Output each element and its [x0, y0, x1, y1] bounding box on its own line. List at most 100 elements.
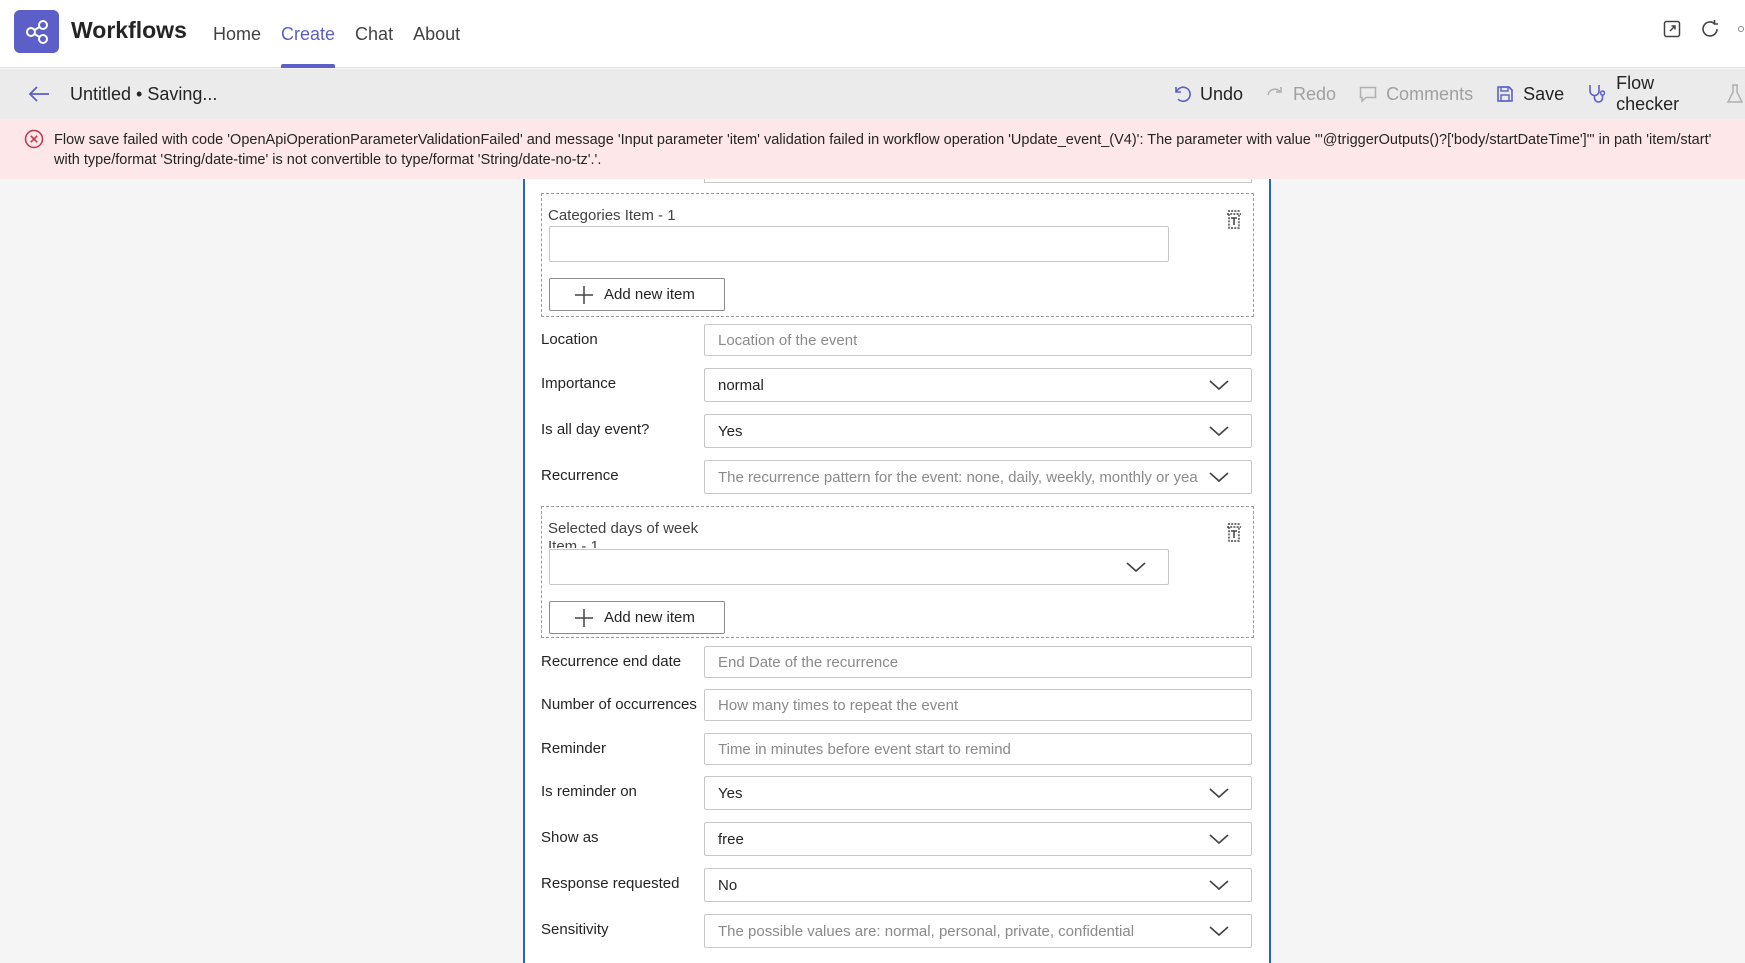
chevron-down-icon	[1209, 788, 1229, 799]
location-label: Location	[541, 331, 598, 348]
categories-item-label: Categories Item - 1	[548, 207, 676, 224]
comment-icon	[1359, 86, 1377, 103]
chevron-down-icon	[1209, 880, 1229, 891]
chevron-down-icon	[1209, 472, 1229, 483]
app-title: Workflows	[71, 17, 187, 43]
test-button[interactable]	[1725, 83, 1745, 105]
flow-checker-label: Flow checker	[1616, 73, 1680, 114]
save-label: Save	[1523, 83, 1565, 104]
recurrence-placeholder: The recurrence pattern for the event: no…	[718, 468, 1198, 486]
plus-icon	[575, 608, 593, 627]
flask-icon	[1726, 84, 1744, 103]
redo-label: Redo	[1293, 83, 1337, 104]
comments-button[interactable]: Comments	[1358, 84, 1473, 105]
comments-label: Comments	[1386, 83, 1474, 104]
show-as-row: Show as free	[541, 822, 1257, 856]
show-as-dropdown[interactable]: free	[704, 822, 1252, 856]
nav-about[interactable]: About	[403, 0, 470, 68]
location-placeholder: Location of the event	[718, 331, 858, 349]
nav-create[interactable]: Create	[271, 0, 345, 68]
pop-out-icon[interactable]	[1661, 18, 1683, 40]
recurrence-end-placeholder: End Date of the recurrence	[718, 653, 899, 671]
chevron-down-icon	[1209, 426, 1229, 437]
appbar-icons	[1661, 18, 1745, 40]
error-message: Flow save failed with code 'OpenApiOpera…	[54, 132, 1712, 168]
importance-value: normal	[718, 376, 764, 394]
categories-array: Categories Item - 1 Add new item	[541, 193, 1254, 317]
back-arrow-icon[interactable]	[26, 82, 52, 106]
selected-days-item-dropdown[interactable]	[549, 549, 1169, 585]
refresh-icon[interactable]	[1699, 18, 1721, 40]
selected-days-label-line1: Selected days of week	[548, 520, 699, 537]
error-banner: Flow save failed with code 'OpenApiOpera…	[0, 119, 1745, 179]
save-icon	[1497, 86, 1513, 102]
workflows-logo-icon[interactable]	[14, 10, 59, 53]
undo-button[interactable]: Undo	[1172, 84, 1243, 105]
reminder-on-label: Is reminder on	[541, 783, 637, 800]
undo-label: Undo	[1200, 83, 1244, 104]
action-card: Categories Item - 1 Add new item Locatio…	[523, 179, 1271, 963]
app-bar: Workflows Home Create Chat About	[0, 0, 1745, 68]
command-actions: Undo Redo Comments Save Flow checker	[1172, 69, 1745, 119]
designer-canvas: Categories Item - 1 Add new item Locatio…	[0, 179, 1745, 963]
response-requested-value: No	[718, 876, 738, 894]
importance-dropdown[interactable]: normal	[704, 368, 1252, 402]
categories-item-input[interactable]	[549, 226, 1169, 262]
stethoscope-icon	[1589, 85, 1606, 103]
delete-item-icon[interactable]	[1223, 522, 1245, 544]
location-row: Location Location of the event	[541, 324, 1257, 358]
categories-add-new-item-button[interactable]: Add new item	[549, 278, 725, 311]
importance-label: Importance	[541, 375, 617, 392]
show-as-value: free	[718, 830, 744, 848]
delete-item-icon[interactable]	[1223, 209, 1245, 231]
show-as-label: Show as	[541, 829, 599, 846]
recurrence-label: Recurrence	[541, 467, 619, 484]
recurrence-row: Recurrence The recurrence pattern for th…	[541, 460, 1257, 494]
recurrence-dropdown[interactable]: The recurrence pattern for the event: no…	[704, 460, 1252, 494]
sensitivity-placeholder: The possible values are: normal, persona…	[718, 922, 1135, 940]
selected-days-add-new-item-button[interactable]: Add new item	[549, 601, 725, 634]
recurrence-end-input[interactable]: End Date of the recurrence	[704, 646, 1252, 678]
error-circle-icon	[24, 129, 44, 149]
reminder-on-value: Yes	[718, 784, 743, 802]
occurrences-label: Number of occurrences	[541, 696, 697, 713]
location-input[interactable]: Location of the event	[704, 324, 1252, 356]
reminder-placeholder: Time in minutes before event start to re…	[718, 740, 1011, 758]
previous-field-stub	[704, 179, 1252, 183]
chevron-down-icon	[1209, 926, 1229, 937]
flow-title: Untitled • Saving...	[70, 84, 218, 104]
reminder-row: Reminder Time in minutes before event st…	[541, 733, 1257, 767]
reminder-label: Reminder	[541, 740, 607, 757]
add-new-item-label: Add new item	[604, 609, 695, 626]
redo-icon	[1267, 87, 1282, 96]
plus-icon	[575, 285, 593, 304]
is-all-day-label: Is all day event?	[541, 421, 650, 438]
add-new-item-label: Add new item	[604, 286, 695, 303]
recurrence-end-row: Recurrence end date End Date of the recu…	[541, 646, 1257, 680]
more-icon[interactable]	[1737, 18, 1745, 40]
selected-days-label: Selected days of week Item - 1	[548, 520, 698, 548]
chevron-down-icon	[1209, 834, 1229, 845]
occurrences-placeholder: How many times to repeat the event	[718, 696, 959, 714]
response-requested-dropdown[interactable]: No	[704, 868, 1252, 902]
chevron-down-icon	[1126, 562, 1146, 573]
sensitivity-label: Sensitivity	[541, 921, 609, 938]
is-all-day-dropdown[interactable]: Yes	[704, 414, 1252, 448]
sensitivity-row: Sensitivity The possible values are: nor…	[541, 914, 1257, 948]
response-requested-row: Response requested No	[541, 868, 1257, 902]
is-all-day-value: Yes	[718, 422, 743, 440]
sensitivity-dropdown[interactable]: The possible values are: normal, persona…	[704, 914, 1252, 948]
occurrences-input[interactable]: How many times to repeat the event	[704, 689, 1252, 721]
nav-home[interactable]: Home	[203, 0, 271, 68]
command-bar: Untitled • Saving... Undo Redo Comments …	[0, 69, 1745, 119]
save-button[interactable]: Save	[1495, 84, 1564, 105]
nav-chat[interactable]: Chat	[345, 0, 403, 68]
reminder-on-dropdown[interactable]: Yes	[704, 776, 1252, 810]
selected-days-label-line2: Item - 1	[548, 538, 599, 548]
redo-button[interactable]: Redo	[1265, 84, 1336, 105]
reminder-on-row: Is reminder on Yes	[541, 776, 1257, 810]
recurrence-end-label: Recurrence end date	[541, 653, 682, 670]
selected-days-array: Selected days of week Item - 1 Add new i…	[541, 506, 1254, 638]
reminder-input[interactable]: Time in minutes before event start to re…	[704, 733, 1252, 765]
flow-checker-button[interactable]: Flow checker	[1586, 73, 1703, 115]
